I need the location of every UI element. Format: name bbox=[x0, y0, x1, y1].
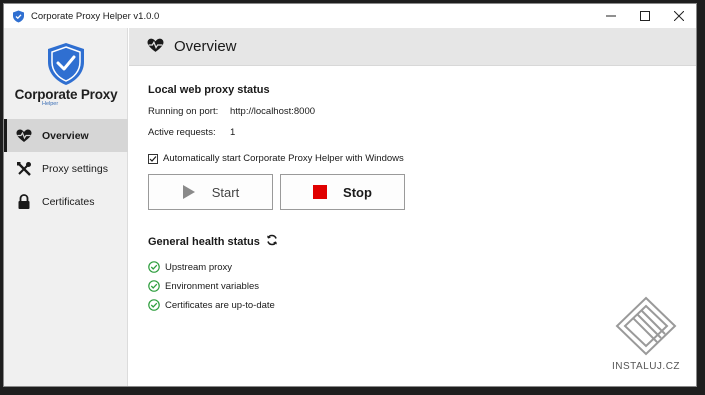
sidebar-item-certificates[interactable]: Certificates bbox=[4, 185, 128, 218]
requests-row: Active requests: 1 bbox=[148, 127, 676, 138]
start-button-label: Start bbox=[211, 184, 240, 200]
stop-icon bbox=[313, 185, 328, 199]
control-buttons: Start Stop bbox=[148, 174, 676, 210]
sidebar-item-label: Proxy settings bbox=[42, 162, 108, 175]
window-title: Corporate Proxy Helper v1.0.0 bbox=[31, 10, 160, 22]
health-item-upstream-proxy: Upstream proxy bbox=[148, 261, 676, 273]
check-circle-icon bbox=[148, 261, 160, 273]
minimize-button[interactable] bbox=[594, 4, 628, 28]
main-panel: Overview Local web proxy status Running … bbox=[129, 28, 696, 386]
app-logo: Corporate Proxy Helper bbox=[4, 42, 128, 112]
sidebar-item-overview[interactable]: Overview bbox=[4, 119, 128, 152]
tools-icon bbox=[16, 161, 32, 177]
page-title: Overview bbox=[174, 38, 237, 55]
port-value: http://localhost:8000 bbox=[230, 106, 316, 117]
port-label: Running on port: bbox=[148, 106, 219, 117]
sidebar: Corporate Proxy Helper Overview Proxy se… bbox=[4, 28, 128, 386]
watermark: INSTALUJ.CZ bbox=[606, 294, 686, 376]
heartbeat-icon bbox=[147, 38, 164, 55]
requests-value: 1 bbox=[230, 127, 236, 138]
check-circle-icon bbox=[148, 280, 160, 292]
lock-icon bbox=[16, 193, 32, 210]
close-button[interactable] bbox=[662, 4, 696, 28]
health-header: General health status bbox=[148, 234, 676, 249]
health-item-label: Environment variables bbox=[165, 280, 259, 292]
logo-shield-icon bbox=[48, 43, 84, 85]
watermark-text: INSTALUJ.CZ bbox=[611, 361, 681, 372]
overview-content: Local web proxy status Running on port: … bbox=[148, 84, 676, 311]
autostart-row: Automatically start Corporate Proxy Help… bbox=[148, 153, 676, 164]
port-row: Running on port: http://localhost:8000 bbox=[148, 106, 676, 117]
sidebar-nav: Overview Proxy settings Certificates bbox=[4, 119, 128, 218]
page-header: Overview bbox=[129, 28, 696, 66]
logo-name: Corporate Proxy bbox=[14, 87, 118, 102]
sidebar-item-proxy-settings[interactable]: Proxy settings bbox=[4, 152, 128, 185]
health-item-label: Upstream proxy bbox=[165, 261, 233, 273]
watermark-logo bbox=[615, 296, 677, 356]
start-button[interactable]: Start bbox=[148, 174, 273, 210]
health-item-environment-variables: Environment variables bbox=[148, 280, 676, 292]
requests-label: Active requests: bbox=[148, 127, 216, 138]
stop-button[interactable]: Stop bbox=[280, 174, 405, 210]
play-icon bbox=[182, 184, 196, 200]
sidebar-item-label: Overview bbox=[42, 129, 89, 142]
refresh-icon[interactable] bbox=[266, 234, 278, 249]
health-list: Upstream proxy Environment variables Cer… bbox=[148, 261, 676, 311]
proxy-status-title: Local web proxy status bbox=[148, 84, 270, 96]
app-window: Corporate Proxy Helper v1.0.0 Corporate … bbox=[3, 3, 697, 387]
maximize-button[interactable] bbox=[628, 4, 662, 28]
title-bar: Corporate Proxy Helper v1.0.0 bbox=[4, 4, 696, 28]
stop-button-label: Stop bbox=[343, 184, 372, 200]
check-circle-icon bbox=[148, 299, 160, 311]
app-shield-icon bbox=[12, 10, 25, 23]
autostart-label[interactable]: Automatically start Corporate Proxy Help… bbox=[163, 153, 404, 164]
heartbeat-icon bbox=[16, 128, 32, 144]
autostart-checkbox[interactable] bbox=[148, 153, 158, 164]
health-title: General health status bbox=[148, 235, 260, 248]
health-item-certificates: Certificates are up-to-date bbox=[148, 299, 676, 311]
sidebar-item-label: Certificates bbox=[42, 195, 95, 208]
health-item-label: Certificates are up-to-date bbox=[165, 299, 275, 311]
